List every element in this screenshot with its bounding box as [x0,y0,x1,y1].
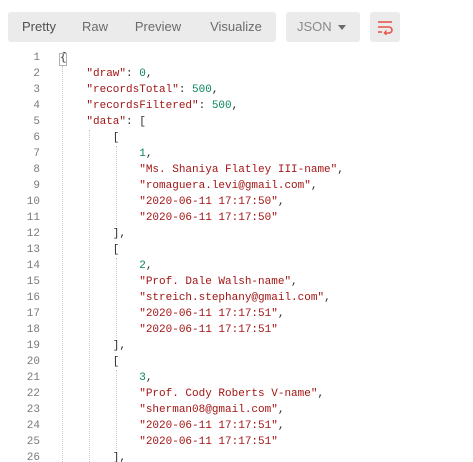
code-text: "draw": 0, [86,68,153,80]
line-number: 3 [33,84,40,96]
code-line: 1{ [0,50,473,66]
response-body-editor[interactable]: 1{2 "draw": 0, 3 "recordsTotal": 500, 4 "r… [0,50,473,462]
view-mode-tabs: Pretty Raw Preview Visualize [8,12,276,42]
tab-preview[interactable]: Preview [120,12,196,42]
code-text: [ [60,244,120,256]
code-line: 17 "2020-06-11 17:17:51", [0,306,473,322]
code-line: 7 1, [0,146,473,162]
code-text: ], [60,340,127,352]
code-line: 6 [ [0,130,473,146]
code-text: "romaguera.levi@gmail.com", [139,180,318,192]
line-number: 19 [26,340,40,352]
code-text: "data": [ [86,116,146,128]
line-number: 26 [26,452,40,462]
code-line: 10 "2020-06-11 17:17:50", [0,194,473,210]
line-number: 25 [26,436,40,448]
code-text: "recordsFiltered": 500, [86,100,239,112]
code-text: "2020-06-11 17:17:50", [139,196,285,208]
chevron-down-icon [338,25,346,30]
code-text: "2020-06-11 17:17:51" [139,324,278,336]
line-number: 23 [26,404,40,416]
code-line: 9 "romaguera.levi@gmail.com", [0,178,473,194]
code-line: 21 3, [0,370,473,386]
line-number: 9 [33,180,40,192]
code-line: 11 "2020-06-11 17:17:50" [0,210,473,226]
code-line: 26 ], [0,450,473,462]
line-number: 7 [33,148,40,160]
code-text: 3, [139,372,153,384]
line-number: 6 [33,132,40,144]
line-number: 16 [26,292,40,304]
line-number: 17 [26,308,40,320]
code-line: 5 "data": [ [0,114,473,130]
code-line: 24 "2020-06-11 17:17:51", [0,418,473,434]
code-text: ], [60,452,127,462]
line-number: 4 [33,100,40,112]
line-number: 13 [26,244,40,256]
tab-pretty[interactable]: Pretty [8,12,70,42]
bracket-match-highlight [59,53,67,66]
code-line: 15 "Prof. Dale Walsh-name", [0,274,473,290]
code-text: "2020-06-11 17:17:51", [139,308,285,320]
code-text: 2, [139,260,153,272]
code-line: 3 "recordsTotal": 500, [0,82,473,98]
code-text: [ [60,132,120,144]
code-line: 20 [ [0,354,473,370]
tab-visualize[interactable]: Visualize [196,12,276,42]
code-text: "2020-06-11 17:17:51", [139,420,285,432]
line-number: 1 [33,52,40,64]
code-text: 1, [139,148,153,160]
code-line: 19 ], [0,338,473,354]
line-number: 10 [26,196,40,208]
format-select-value: JSON [297,19,332,34]
line-number: 18 [26,324,40,336]
code-line: 2 "draw": 0, [0,66,473,82]
line-number: 15 [26,276,40,288]
line-number: 14 [26,260,40,272]
line-number: 21 [26,372,40,384]
line-number: 8 [33,164,40,176]
line-number: 24 [26,420,40,432]
code-line: 8 "Ms. Shaniya Flatley III-name", [0,162,473,178]
code-text: "recordsTotal": 500, [86,84,219,96]
code-text: [ [60,356,120,368]
code-line: 13 [ [0,242,473,258]
code-text: "sherman08@gmail.com", [139,404,285,416]
wrap-lines-icon [378,21,393,35]
code-text: "Prof. Cody Roberts V-name", [139,388,325,400]
wrap-lines-button[interactable] [370,12,400,42]
code-line: 12 ], [0,226,473,242]
tab-raw[interactable]: Raw [70,12,120,42]
code-line: 23 "sherman08@gmail.com", [0,402,473,418]
code-text: "streich.stephany@gmail.com", [139,292,331,304]
code-line: 14 2, [0,258,473,274]
code-text: "2020-06-11 17:17:51" [139,436,278,448]
code-text: "Ms. Shaniya Flatley III-name", [139,164,344,176]
code-text: "2020-06-11 17:17:50" [139,212,278,224]
format-select[interactable]: JSON [286,12,360,42]
line-number: 11 [26,212,40,224]
line-number: 22 [26,388,40,400]
code-line: 22 "Prof. Cody Roberts V-name", [0,386,473,402]
code-line: 18 "2020-06-11 17:17:51" [0,322,473,338]
code-text: "Prof. Dale Walsh-name", [139,276,298,288]
line-number: 12 [26,228,40,240]
line-number: 5 [33,116,40,128]
line-number: 20 [26,356,40,368]
code-line: 4 "recordsFiltered": 500, [0,98,473,114]
line-number: 2 [33,68,40,80]
code-line: 25 "2020-06-11 17:17:51" [0,434,473,450]
response-toolbar: Pretty Raw Preview Visualize JSON [0,0,473,46]
code-text: ], [60,228,127,240]
code-line: 16 "streich.stephany@gmail.com", [0,290,473,306]
